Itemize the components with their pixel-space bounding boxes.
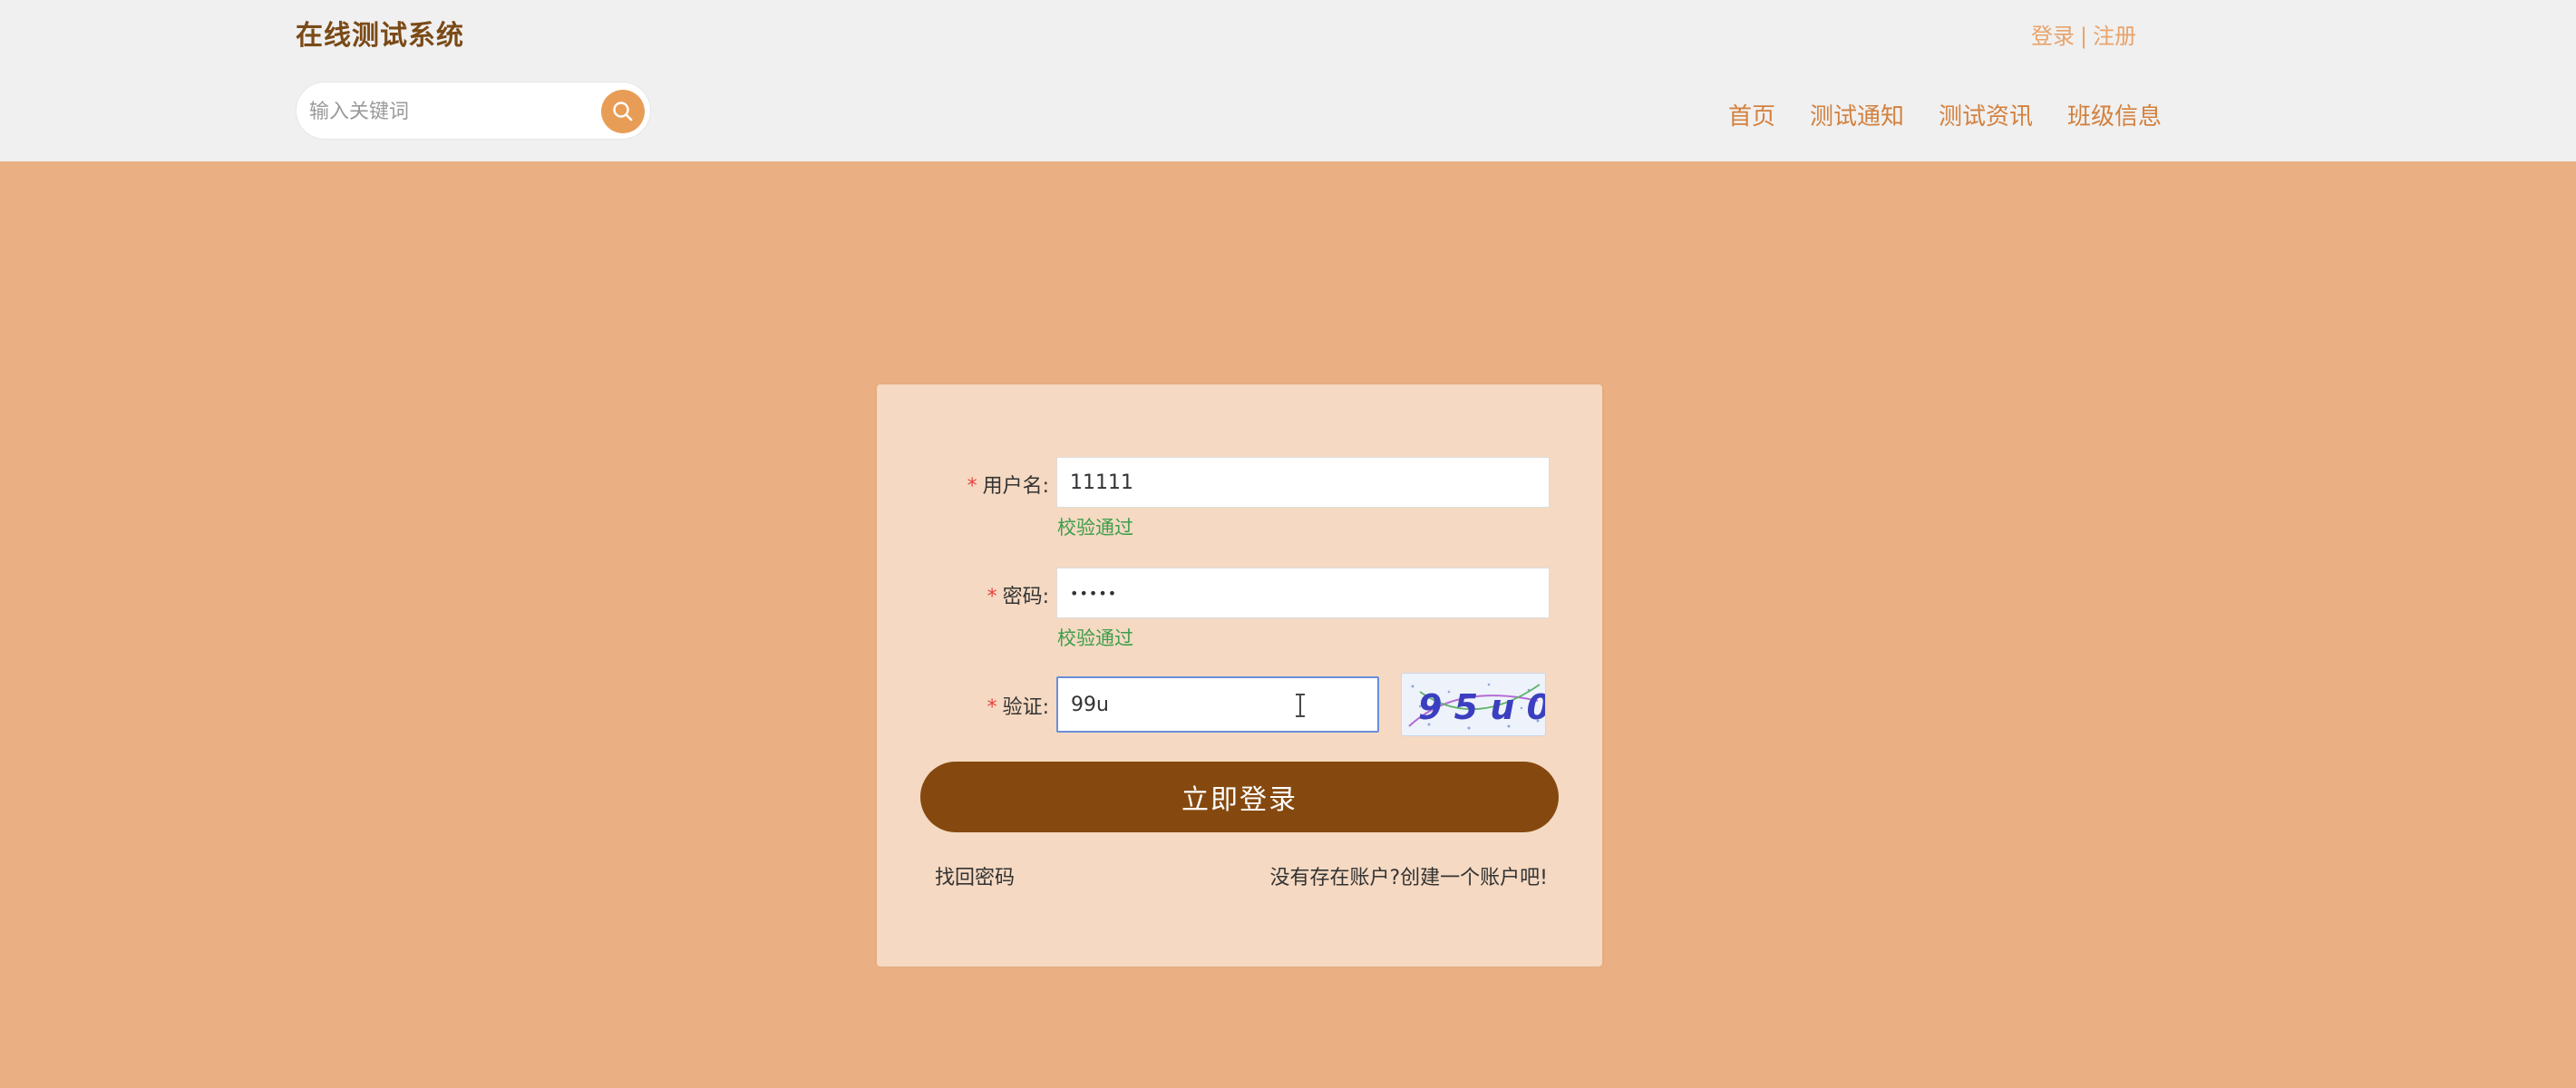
captcha-field[interactable]: [1056, 676, 1379, 733]
search-bar: [296, 82, 651, 140]
password-validation-hint: 校验通过: [1057, 627, 1133, 649]
required-mark: *: [967, 475, 977, 498]
username-label-text: 用户名:: [982, 475, 1049, 498]
site-header: 在线测试系统 登录|注册 首页 测试通知 测试资讯 班级信息: [0, 0, 2576, 161]
password-field[interactable]: [1056, 568, 1550, 618]
password-label-text: 密码:: [1002, 586, 1049, 608]
search-icon: [613, 102, 633, 121]
password-label: * 密码:: [877, 580, 1049, 609]
captcha-graphic: 9 5 u 0: [1402, 674, 1546, 735]
required-mark: *: [987, 696, 997, 719]
username-label: * 用户名:: [877, 470, 1049, 499]
captcha-label-text: 验证:: [1002, 696, 1049, 719]
captcha-image[interactable]: 9 5 u 0: [1401, 673, 1546, 736]
required-mark: *: [987, 586, 997, 608]
captcha-label: * 验证:: [877, 691, 1049, 720]
main-nav: 首页 测试通知 测试资讯 班级信息: [1728, 98, 2162, 131]
username-field[interactable]: [1056, 457, 1550, 508]
username-validation-hint: 校验通过: [1057, 517, 1133, 539]
register-link[interactable]: 注册: [2093, 24, 2136, 49]
login-link[interactable]: 登录: [2031, 24, 2075, 49]
header-wave-divider: [0, 152, 2576, 161]
forgot-password-link[interactable]: 找回密码: [935, 861, 1015, 890]
nav-item-class-info[interactable]: 班级信息: [2067, 98, 2162, 131]
auth-links: 登录 | 注册: [2031, 18, 2136, 50]
search-button[interactable]: [601, 90, 645, 133]
nav-item-test-notices[interactable]: 测试通知: [1810, 98, 1904, 131]
nav-item-home[interactable]: 首页: [1728, 98, 1775, 131]
login-button[interactable]: 立即登录: [920, 762, 1559, 832]
login-card: *用户名: 校验通过 *密码: 校验通过 *验证: 9 5 u 0: [877, 384, 1602, 967]
nav-item-test-news[interactable]: 测试资讯: [1939, 98, 2033, 131]
create-account-link[interactable]: 没有存在账户?创建一个账户吧!: [1270, 861, 1549, 890]
auth-separator: |: [2080, 24, 2088, 49]
text-cursor-icon: [1296, 694, 1305, 717]
captcha-text: 9 5 u 0: [1418, 687, 1546, 727]
search-input[interactable]: [309, 93, 581, 130]
site-title: 在线测试系统: [296, 20, 464, 52]
